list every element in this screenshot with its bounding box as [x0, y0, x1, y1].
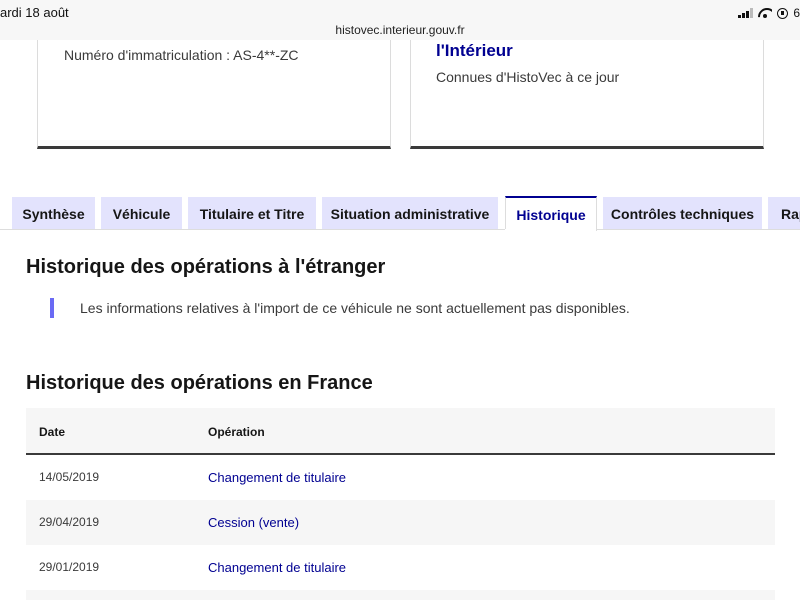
tab-situation-administrative[interactable]: Situation administrative — [322, 197, 498, 230]
plate-number: Numéro d'immatriculation : AS-4**-ZC — [64, 47, 299, 63]
tab-panel-border — [0, 229, 800, 230]
tab-titulaire-titre[interactable]: Titulaire et Titre — [188, 197, 316, 230]
operations-table: Date Opération 14/05/2019 Changement de … — [26, 408, 775, 600]
tab-bar: Synthèse Véhicule Titulaire et Titre Sit… — [0, 196, 800, 231]
signal-icon — [738, 8, 754, 18]
tab-rapport[interactable]: Rap — [768, 197, 800, 230]
status-icons: 6 — [738, 6, 800, 20]
table-header: Date Opération — [26, 408, 775, 455]
tab-historique[interactable]: Historique — [505, 196, 597, 231]
ministry-card: l'Intérieur Connues d'HistoVec à ce jour — [410, 40, 764, 149]
address-bar-url[interactable]: histovec.interieur.gouv.fr — [0, 23, 800, 37]
row-operation-link[interactable]: Changement de titulaire — [208, 470, 346, 485]
tab-controles-techniques[interactable]: Contrôles techniques — [603, 197, 762, 230]
tab-vehicule[interactable]: Véhicule — [101, 197, 182, 230]
column-header-date: Date — [39, 425, 66, 439]
card-subtitle: Connues d'HistoVec à ce jour — [436, 69, 620, 85]
rotation-lock-icon — [777, 7, 789, 19]
row-date: 29/04/2019 — [39, 515, 100, 529]
row-operation-link[interactable]: Changement de titulaire — [208, 560, 346, 575]
row-date: 14/05/2019 — [39, 470, 100, 484]
battery-percent: 6 — [793, 6, 800, 20]
section-title-etranger: Historique des opérations à l'étranger — [26, 256, 386, 278]
column-header-operation: Opération — [208, 425, 265, 439]
vehicle-plate-card: Numéro d'immatriculation : AS-4**-ZC — [37, 40, 391, 149]
wifi-icon — [758, 8, 772, 18]
table-row-partial — [26, 590, 775, 600]
table-row: 14/05/2019 Changement de titulaire — [26, 455, 775, 500]
table-row: 29/01/2019 Changement de titulaire — [26, 545, 775, 590]
row-date: 29/01/2019 — [39, 560, 100, 574]
card-heading: l'Intérieur — [436, 41, 513, 60]
tab-synthese[interactable]: Synthèse — [12, 197, 95, 230]
import-notice: Les informations relatives à l'import de… — [80, 300, 630, 316]
section-title-france: Historique des opérations en France — [26, 372, 373, 394]
notice-bar — [50, 298, 54, 318]
browser-status-bar: ardi 18 août histovec.interieur.gouv.fr … — [0, 0, 800, 40]
row-operation-link[interactable]: Cession (vente) — [208, 515, 299, 530]
status-date: ardi 18 août — [0, 5, 69, 20]
table-row: 29/04/2019 Cession (vente) — [26, 500, 775, 545]
